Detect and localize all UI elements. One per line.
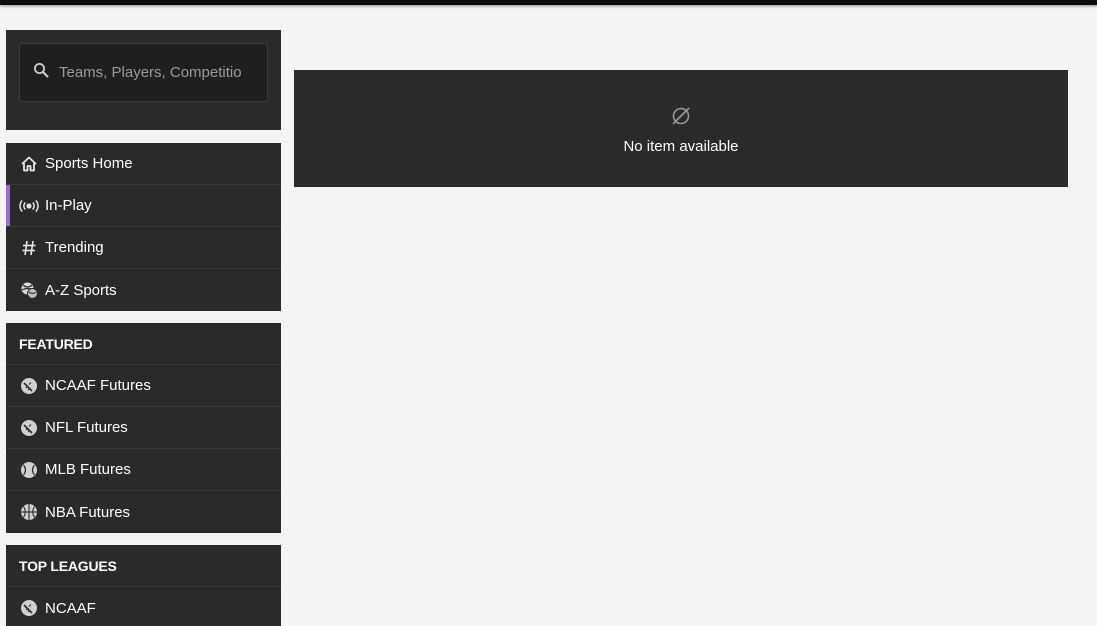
nav-item-label: NCAAF Futures [45, 377, 151, 394]
nav-item-label: NCAAF [45, 599, 96, 617]
top-bar [0, 0, 1097, 5]
top-leagues-section: TOP LEAGUES NCAAF [6, 545, 281, 626]
section-title: FEATURED [6, 323, 281, 365]
basketball-icon [19, 502, 39, 522]
search-panel [6, 30, 281, 130]
nav-item-ncaaf[interactable]: NCAAF [6, 587, 281, 626]
nav-item-nba-futures[interactable]: NBA Futures [6, 491, 281, 533]
football-icon [19, 376, 39, 396]
football-icon [19, 418, 39, 438]
sports-balls-icon [19, 280, 39, 300]
nav-item-mlb-futures[interactable]: MLB Futures [6, 449, 281, 491]
live-broadcast-icon [19, 196, 39, 216]
search-icon [33, 62, 49, 83]
empty-state-card: No item available [294, 70, 1068, 187]
baseball-icon [19, 460, 39, 480]
hashtag-icon [19, 238, 39, 258]
empty-state-message: No item available [623, 137, 739, 155]
featured-section: FEATURED NCAAF Futures NFL Futures MLB F… [6, 323, 281, 533]
nav-item-label: NFL Futures [45, 419, 128, 436]
empty-set-icon [670, 105, 692, 132]
home-icon [19, 154, 39, 174]
search-input[interactable] [59, 64, 254, 81]
nav-item-a-z-sports[interactable]: A-Z Sports [6, 269, 281, 311]
nav-item-label: In-Play [45, 197, 92, 214]
nav-item-sports-home[interactable]: Sports Home [6, 143, 281, 185]
nav-item-trending[interactable]: Trending [6, 227, 281, 269]
nav-item-label: Trending [45, 239, 104, 256]
search-box[interactable] [19, 43, 268, 102]
nav-item-nfl-futures[interactable]: NFL Futures [6, 407, 281, 449]
nav-item-label: MLB Futures [45, 461, 131, 478]
main-nav: Sports Home In-Play Trending A-Z Sports [6, 143, 281, 311]
nav-item-label: Sports Home [45, 155, 133, 172]
nav-item-ncaaf-futures[interactable]: NCAAF Futures [6, 365, 281, 407]
sidebar: Sports Home In-Play [6, 30, 281, 626]
nav-item-label: NBA Futures [45, 503, 131, 521]
nav-item-in-play[interactable]: In-Play [6, 185, 281, 227]
nav-item-label: A-Z Sports [45, 281, 117, 299]
section-title: TOP LEAGUES [6, 545, 281, 587]
football-icon [19, 598, 39, 618]
